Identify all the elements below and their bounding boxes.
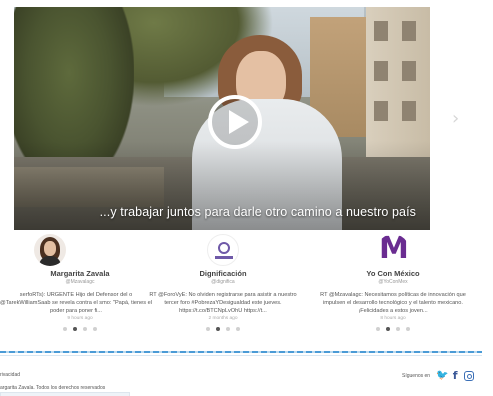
pagination-dot-active[interactable] xyxy=(73,327,77,331)
avatar[interactable] xyxy=(207,234,239,266)
pagination-dot[interactable] xyxy=(206,327,210,331)
card-name[interactable]: Dignificación xyxy=(143,269,303,278)
card-pagination xyxy=(313,327,473,331)
avatar[interactable] xyxy=(34,234,66,266)
copyright-text: argarita Zavala. Todos los derechos rese… xyxy=(0,385,106,391)
privacy-link[interactable]: rivacidad xyxy=(0,372,20,378)
social-card-yoconmexico: M Yo Con México @YoConMex RT @Mzavalagc:… xyxy=(313,232,473,331)
social-feed: Margarita Zavala @Mzavalagc serfoRTs): U… xyxy=(0,232,493,344)
social-follow: Síguenos en 🐦 f xyxy=(402,370,475,381)
pagination-dot[interactable] xyxy=(83,327,87,331)
card-time: 9 hours ago xyxy=(67,316,93,321)
social-card-dignificacion: Dignificación @dignifica RT @ForoVyE: No… xyxy=(143,232,303,331)
pagination-dot[interactable] xyxy=(406,327,410,331)
footer-divider-thin xyxy=(0,355,482,356)
card-text: RT @Mzavalagc: Necesitamos políticas de … xyxy=(320,292,466,314)
card-text: RT @ForoVyE: No olviden registrarse para… xyxy=(149,292,297,314)
card-text: serfoRTs): URGENTE Hijo del Defensor del… xyxy=(0,292,152,314)
card-handle[interactable]: @dignifica xyxy=(143,279,303,285)
pagination-dot[interactable] xyxy=(63,327,67,331)
twitter-icon[interactable]: 🐦 xyxy=(436,371,448,381)
social-card-margarita: Margarita Zavala @Mzavalagc serfoRTs): U… xyxy=(0,232,152,331)
chevron-right-icon[interactable]: › xyxy=(452,108,459,129)
card-pagination xyxy=(0,327,160,331)
footer-divider xyxy=(0,351,482,353)
pagination-dot[interactable] xyxy=(226,327,230,331)
hero-video[interactable]: ...y trabajar juntos para darle otro cam… xyxy=(14,7,430,230)
play-button[interactable] xyxy=(208,95,262,149)
card-handle[interactable]: @Mzavalagc xyxy=(0,279,160,285)
pagination-dot-active[interactable] xyxy=(386,327,390,331)
instagram-icon[interactable] xyxy=(464,371,475,381)
pagination-dot[interactable] xyxy=(93,327,97,331)
pagination-dot-active[interactable] xyxy=(216,327,220,331)
card-name[interactable]: Margarita Zavala xyxy=(0,269,160,278)
card-time: 2 months ago xyxy=(208,316,238,321)
card-name[interactable]: Yo Con México xyxy=(313,269,473,278)
play-icon xyxy=(229,110,249,134)
m-logo-icon: M xyxy=(379,234,409,266)
pagination-dot[interactable] xyxy=(396,327,400,331)
card-pagination xyxy=(143,327,303,331)
video-caption: ...y trabajar juntos para darle otro cam… xyxy=(99,205,416,219)
avatar[interactable]: M xyxy=(377,234,409,266)
card-time: 8 hours ago xyxy=(380,316,406,321)
card-handle[interactable]: @YoConMex xyxy=(313,279,473,285)
follow-label: Síguenos en xyxy=(402,373,431,379)
facebook-icon[interactable]: f xyxy=(450,370,460,381)
pagination-dot[interactable] xyxy=(236,327,240,331)
pagination-dot[interactable] xyxy=(376,327,380,331)
footer-url-bar xyxy=(0,392,130,396)
